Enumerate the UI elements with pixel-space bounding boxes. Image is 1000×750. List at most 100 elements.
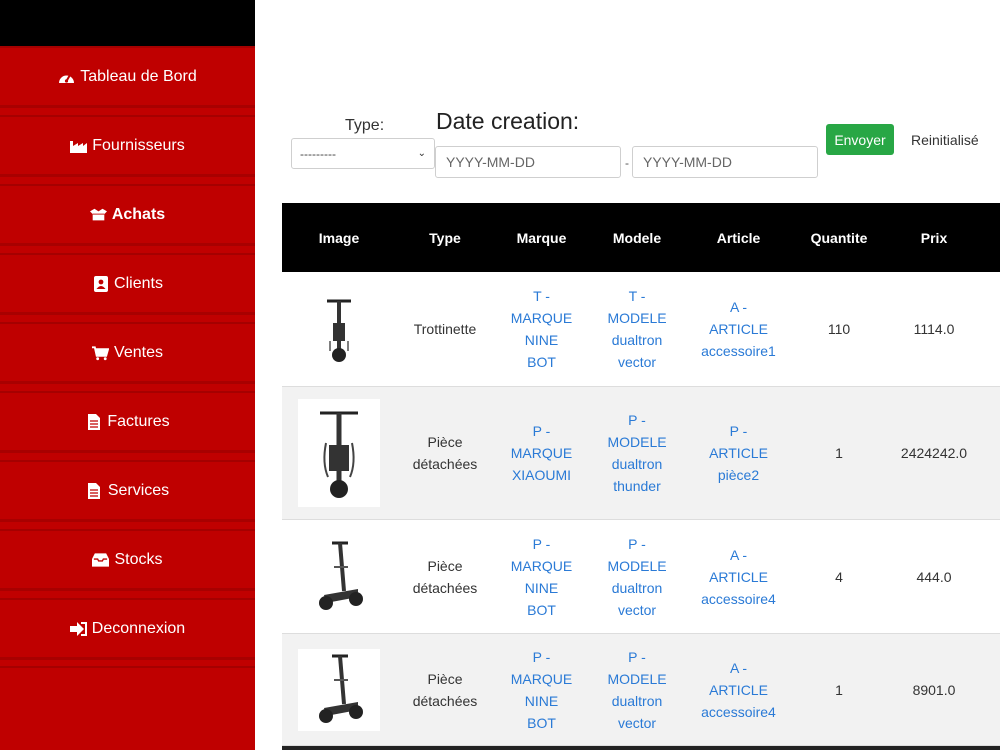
table-row[interactable]: Pièce détachées P - MARQUE NINE BOT P - … xyxy=(282,634,1000,746)
marque-text: NINE xyxy=(524,692,559,709)
sidebar-footer xyxy=(0,666,255,750)
column-header-article: Article xyxy=(716,229,761,246)
column-header-image: Image xyxy=(318,229,360,246)
type-cell: Pièce détachées xyxy=(396,634,494,745)
article-text: ARTICLE xyxy=(709,568,768,585)
sidebar-item-clients[interactable]: Clients xyxy=(0,253,255,315)
modele-link[interactable]: P - MODELE dualtron thunder xyxy=(589,387,685,519)
modele-link[interactable]: T - MODELE dualtron vector xyxy=(589,272,685,386)
table-bottom-border xyxy=(282,746,1000,750)
modele-text: vector xyxy=(617,354,657,370)
date-to-input[interactable]: YYYY-MM-DD xyxy=(632,146,818,178)
scooter-image xyxy=(298,289,380,369)
modele-text: P - xyxy=(628,648,646,665)
sidebar-item-label: Deconnexion xyxy=(91,620,186,637)
article-link[interactable]: A - ARTICLE accessoire4 xyxy=(685,520,792,633)
marque-text: P - xyxy=(532,423,551,439)
table-row[interactable]: Trottinette T - MARQUE NINE BOT T - MODE… xyxy=(282,272,1000,387)
article-text: ARTICLE xyxy=(709,321,768,337)
marque-link[interactable]: P - MARQUE XIAOUMI xyxy=(494,387,589,519)
sidebar-item-fournisseurs[interactable]: Fournisseurs xyxy=(0,115,255,177)
article-text: A - xyxy=(729,546,748,563)
scooter-image xyxy=(298,648,380,731)
article-link[interactable]: A - ARTICLE accessoire1 xyxy=(685,272,792,386)
type-cell: Trottinette xyxy=(396,272,494,386)
article-link[interactable]: P - ARTICLE pièce2 xyxy=(685,387,792,519)
product-image xyxy=(287,272,391,386)
type-label: Type: xyxy=(345,117,385,134)
prix-cell: 2424242.0 xyxy=(900,445,968,461)
reset-link[interactable]: Reinitialisé xyxy=(911,132,979,148)
marque-link[interactable]: P - MARQUE NINE BOT xyxy=(494,634,589,745)
modele-text: dualtron xyxy=(611,692,663,709)
date-creation-label: Date creation: xyxy=(436,108,580,134)
sidebar-item-label: Achats xyxy=(111,206,166,223)
marque-link[interactable]: T - MARQUE NINE BOT xyxy=(494,272,589,386)
sidebar-item-factures[interactable]: Factures xyxy=(0,391,255,453)
marque-text: P - xyxy=(532,535,551,552)
marque-text: MARQUE xyxy=(510,445,573,461)
modele-link[interactable]: P - MODELE dualtron vector xyxy=(589,634,685,745)
filter-bar xyxy=(255,0,1000,200)
article-text: ARTICLE xyxy=(709,681,768,698)
type-cell: Pièce détachées xyxy=(396,387,494,519)
sidebar-item-label: Fournisseurs xyxy=(92,137,185,154)
sidebar-item-tableau-de-bord[interactable]: Tableau de Bord xyxy=(0,46,255,108)
marque-text: BOT xyxy=(527,354,556,370)
marque-text: BOT xyxy=(527,714,556,731)
modele-text: MODELE xyxy=(607,310,667,326)
sidebar-item-services[interactable]: Services xyxy=(0,460,255,522)
article-text: ARTICLE xyxy=(709,445,768,461)
article-text: accessoire4 xyxy=(701,703,776,720)
inbox-icon xyxy=(92,552,110,568)
modele-text: vector xyxy=(617,714,657,731)
dashboard-icon xyxy=(58,69,75,85)
box-open-icon xyxy=(89,207,107,223)
article-text: accessoire4 xyxy=(701,590,776,607)
date-separator: - xyxy=(625,156,629,170)
sidebar-item-label: Tableau de Bord xyxy=(80,68,197,85)
type-text: Trottinette xyxy=(413,321,477,337)
sidebar-item-label: Ventes xyxy=(114,344,163,361)
marque-text: NINE xyxy=(524,332,559,348)
prix-cell: 1114.0 xyxy=(913,321,955,337)
sign-out-icon xyxy=(69,621,87,637)
modele-link[interactable]: P - MODELE dualtron vector xyxy=(589,520,685,633)
table-row[interactable]: Pièce détachées P - MARQUE XIAOUMI P - M… xyxy=(282,387,1000,520)
sidebar-item-ventes[interactable]: Ventes xyxy=(0,322,255,384)
article-link[interactable]: A - ARTICLE accessoire4 xyxy=(685,634,792,745)
date-from-input[interactable]: YYYY-MM-DD xyxy=(435,146,621,178)
sidebar-top-bar xyxy=(0,0,255,46)
modele-text: vector xyxy=(617,601,657,618)
sidebar-item-deconnexion[interactable]: Deconnexion xyxy=(0,598,255,660)
prix-cell: 8901.0 xyxy=(912,681,956,698)
quantite-cell: 1 xyxy=(835,681,843,698)
article-text: P - xyxy=(729,423,748,439)
type-text: Pièce xyxy=(427,557,463,574)
marque-link[interactable]: P - MARQUE NINE BOT xyxy=(494,520,589,633)
type-text: Pièce xyxy=(427,670,463,687)
table-header: Image Type Marque Modele Article Quantit… xyxy=(282,203,1000,272)
modele-text: dualtron xyxy=(611,579,663,596)
type-text: détachées xyxy=(412,456,478,472)
sidebar-item-stocks[interactable]: Stocks xyxy=(0,529,255,591)
modele-text: MODELE xyxy=(607,557,667,574)
modele-text: P - xyxy=(628,412,646,428)
send-button[interactable]: Envoyer xyxy=(826,124,894,155)
article-text: pièce2 xyxy=(717,467,760,483)
sidebar: Tableau de Bord Fournisseurs Achats Clie… xyxy=(0,0,255,750)
table-row[interactable]: Pièce détachées P - MARQUE NINE BOT P - … xyxy=(282,520,1000,634)
sidebar-item-achats[interactable]: Achats xyxy=(0,184,255,246)
type-select[interactable]: --------- ⌄ xyxy=(291,138,435,169)
marque-text: MARQUE xyxy=(510,310,573,326)
modele-text: thunder xyxy=(613,478,661,494)
article-text: accessoire1 xyxy=(701,343,776,359)
marque-text: NINE xyxy=(524,579,559,596)
type-text: détachées xyxy=(412,692,478,709)
chevron-down-icon: ⌄ xyxy=(417,148,426,159)
quantite-cell: 1 xyxy=(835,445,843,461)
marque-text: XIAOUMI xyxy=(511,467,572,483)
sidebar-item-label: Factures xyxy=(107,413,170,430)
scooter-image xyxy=(298,536,380,617)
modele-text: T - xyxy=(628,288,646,304)
